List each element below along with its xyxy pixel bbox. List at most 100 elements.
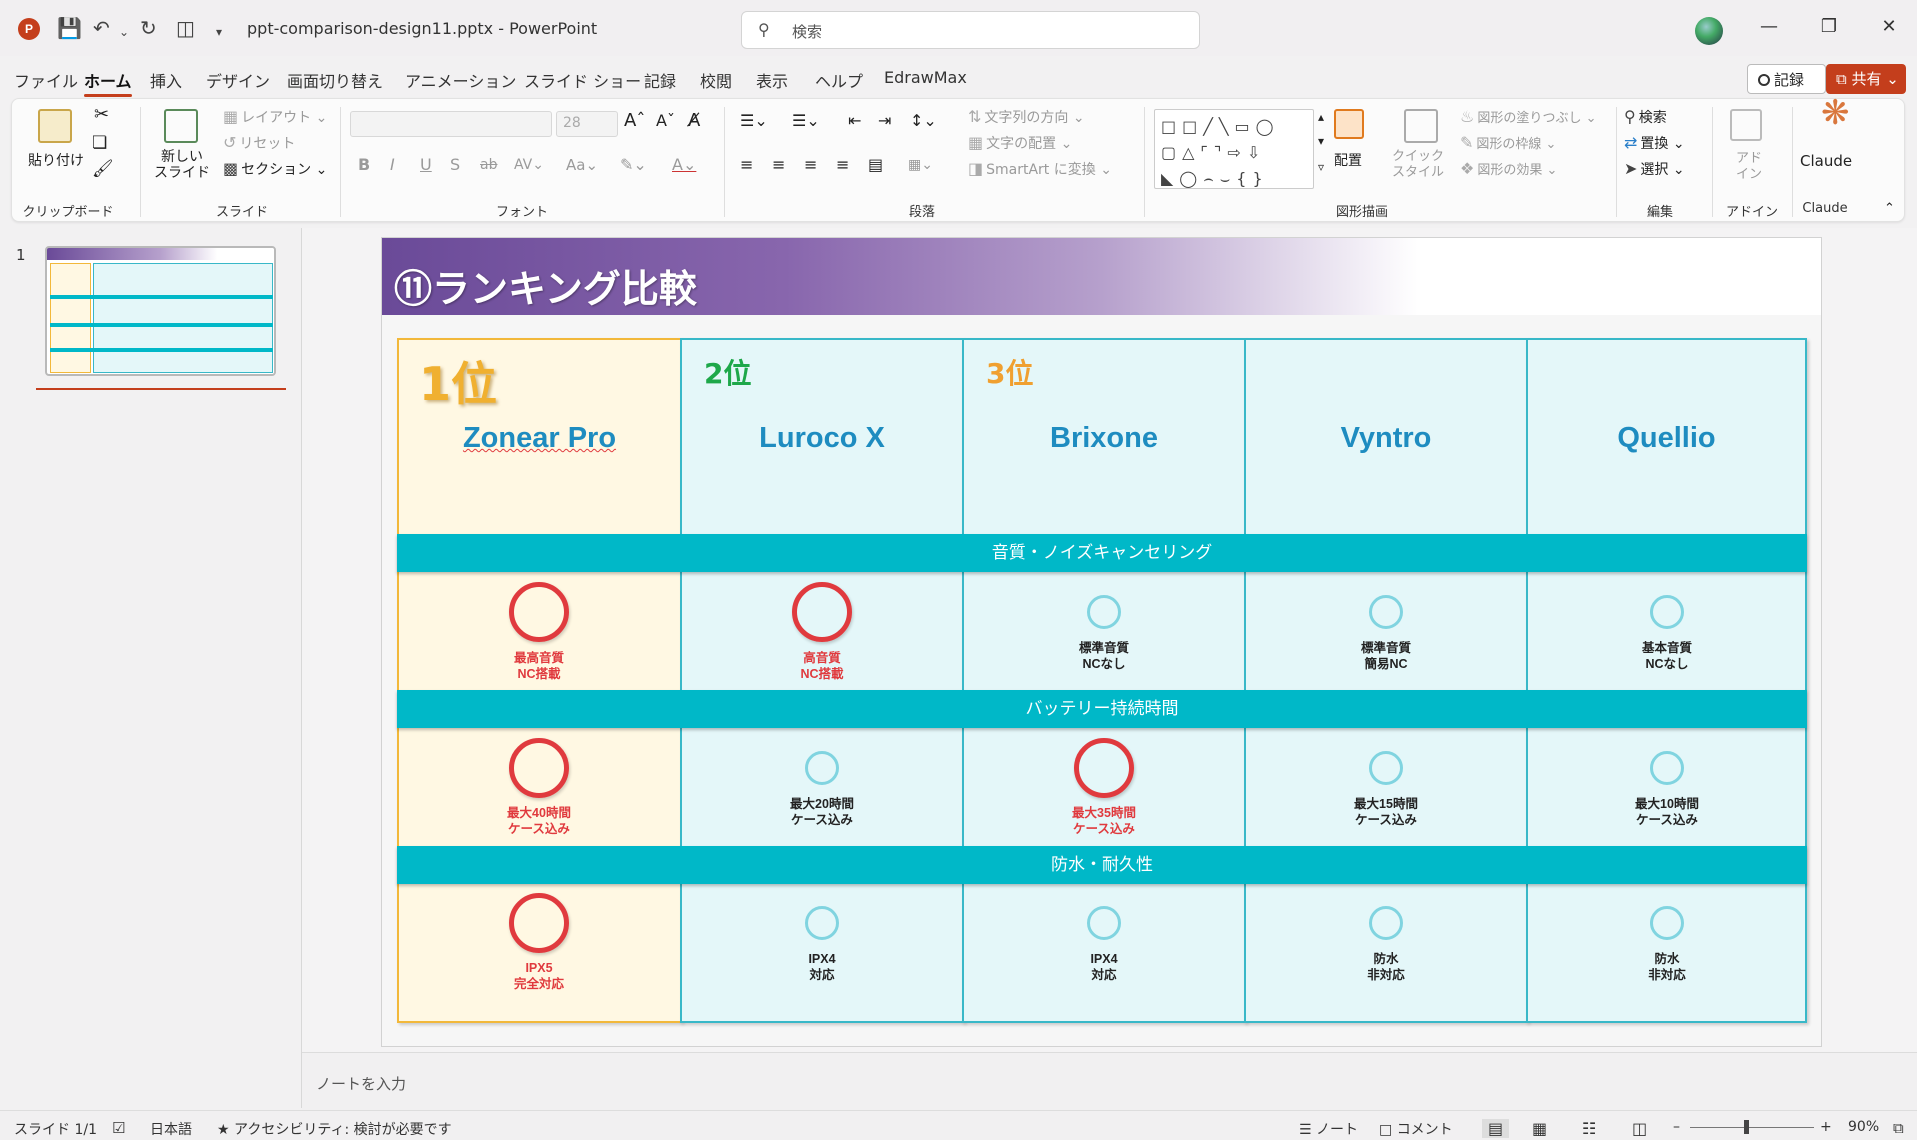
notes-toggle[interactable]: ☰ ノート — [1299, 1119, 1358, 1139]
italic-icon[interactable]: I — [390, 157, 395, 173]
save-icon[interactable]: 💾 — [57, 16, 82, 40]
gallery-more-icon[interactable]: ▿ — [1318, 159, 1324, 175]
bullets-icon[interactable]: ☰⌄ — [740, 113, 768, 129]
addins-icon[interactable] — [1730, 109, 1762, 141]
comments-toggle[interactable]: □ コメント — [1379, 1119, 1453, 1139]
tab-help[interactable]: ヘルプ — [815, 68, 863, 92]
new-slide-icon[interactable] — [164, 109, 198, 143]
slide-sorter-icon[interactable]: ▦ — [1532, 1119, 1547, 1138]
tab-slideshow[interactable]: スライド ショー — [524, 68, 641, 92]
line-spacing-icon[interactable]: ↕⌄ — [910, 113, 937, 129]
notes-pane[interactable]: ノートを入力 — [302, 1052, 1917, 1110]
format-painter-icon[interactable]: 🖌 — [92, 161, 114, 178]
restore-icon[interactable]: ❐ — [1814, 16, 1844, 37]
tab-animations[interactable]: アニメーション — [405, 68, 516, 92]
slide-count[interactable]: スライド 1/1 — [14, 1119, 97, 1139]
tab-file[interactable]: ファイル — [14, 68, 78, 92]
collapse-ribbon-icon[interactable]: ⌃ — [1884, 201, 1895, 217]
tab-home[interactable]: ホーム — [84, 68, 132, 97]
gallery-up-icon[interactable]: ▴ — [1318, 109, 1324, 125]
search-box[interactable]: ⚲ 検索 — [741, 11, 1200, 49]
slide-thumbnail[interactable] — [45, 246, 276, 376]
normal-view-icon[interactable]: ▤ — [1482, 1119, 1510, 1138]
shape-effect-button[interactable]: ❖ 図形の効果 ⌄ — [1460, 161, 1557, 179]
arrange-button[interactable]: 配置 — [1334, 153, 1362, 169]
smartart-button[interactable]: ◨ SmartArt に変換 ⌄ — [968, 161, 1112, 179]
tab-design[interactable]: デザイン — [206, 68, 270, 92]
increase-indent-icon[interactable]: ⇥ — [878, 113, 891, 129]
tab-edrawmax[interactable]: EdrawMax — [884, 68, 967, 87]
fit-to-window-icon[interactable]: ⧉ — [1893, 1119, 1904, 1137]
align-right-icon[interactable]: ≡ — [804, 157, 817, 173]
slideshow-view-icon[interactable]: ◫ — [1632, 1119, 1647, 1138]
font-size-combo[interactable]: 28 — [556, 111, 618, 137]
shape-fill-button[interactable]: ♨ 図形の塗りつぶし ⌄ — [1460, 109, 1597, 127]
cut-icon[interactable]: ✂ — [94, 106, 109, 124]
undo-icon[interactable]: ↶ — [93, 16, 110, 40]
bold-icon[interactable]: B — [358, 157, 370, 173]
close-icon[interactable]: ✕ — [1874, 16, 1904, 37]
minimize-icon[interactable]: — — [1754, 16, 1784, 37]
reset-button[interactable]: ↺ リセット — [223, 135, 295, 153]
text-direction-button[interactable]: ⇅ 文字列の方向 ⌄ — [968, 109, 1085, 127]
clear-format-icon[interactable]: A̸ — [688, 112, 700, 130]
gallery-down-icon[interactable]: ▾ — [1318, 133, 1324, 149]
zoom-slider[interactable] — [1690, 1127, 1814, 1128]
copy-icon[interactable]: ❏ — [92, 135, 107, 152]
customize-quick-access-icon[interactable]: ▾ — [216, 20, 222, 44]
addins-button[interactable]: アド イン — [1736, 151, 1762, 183]
user-avatar[interactable] — [1695, 17, 1723, 45]
align-text-button[interactable]: ▦ 文字の配置 ⌄ — [968, 135, 1072, 153]
slide[interactable]: ⑪ランキング比較 1位 Zonear Pro 2位 Luroco X 3位 Br… — [381, 237, 1822, 1047]
tab-insert[interactable]: 挿入 — [150, 68, 182, 92]
font-name-combo[interactable]: ​ — [350, 111, 552, 137]
strikethrough-icon[interactable]: ab — [480, 157, 497, 173]
shape-outline-button[interactable]: ✎ 図形の枠線 ⌄ — [1460, 135, 1556, 153]
tab-transitions[interactable]: 画面切り替え — [287, 68, 383, 92]
align-left-icon[interactable]: ≡ — [740, 157, 753, 173]
spellcheck-icon[interactable]: ☑ — [112, 1119, 125, 1137]
font-color-icon[interactable]: A⌄ — [672, 157, 696, 173]
tab-review[interactable]: 校閲 — [700, 68, 732, 92]
tab-view[interactable]: 表示 — [756, 68, 788, 92]
section-button[interactable]: ▩ セクション ⌄ — [223, 161, 327, 179]
shapes-gallery[interactable]: □□╱╲▭◯ ▢△⌜⌝⇨⇩ ◣◯⌢⌣{​} — [1154, 109, 1314, 189]
distributed-icon[interactable]: ▤ — [868, 157, 883, 173]
shrink-font-icon[interactable]: Aˇ — [656, 113, 675, 129]
change-case-icon[interactable]: Aa⌄ — [566, 157, 598, 173]
replace-button[interactable]: ⇄ 置換 ⌄ — [1624, 135, 1685, 153]
layout-button[interactable]: ▦ レイアウト ⌄ — [223, 109, 327, 127]
zoom-out-icon[interactable]: – — [1673, 1119, 1680, 1135]
shadow-icon[interactable]: S — [450, 157, 460, 173]
paste-icon[interactable] — [38, 109, 72, 143]
grow-font-icon[interactable]: Aˆ — [624, 112, 645, 130]
underline-icon[interactable]: U — [420, 157, 432, 173]
zoom-in-icon[interactable]: + — [1820, 1119, 1832, 1135]
tab-record[interactable]: 記録 — [644, 68, 676, 92]
redo-icon[interactable]: ↻ — [140, 16, 157, 40]
find-button[interactable]: ⚲ 検索 — [1624, 109, 1667, 127]
share-button[interactable]: ⧉ 共有 ⌄ — [1826, 64, 1906, 94]
justify-icon[interactable]: ≡ — [836, 157, 849, 173]
quick-style-button[interactable]: クイック スタイル — [1392, 149, 1444, 181]
quick-style-icon[interactable] — [1404, 109, 1438, 143]
record-button[interactable]: 記録 — [1747, 64, 1826, 94]
language-indicator[interactable]: 日本語 — [150, 1119, 192, 1139]
slide-title[interactable]: ⑪ランキング比較 — [394, 258, 697, 313]
highlight-icon[interactable]: ✎⌄ — [620, 157, 647, 173]
claude-icon[interactable]: ❋ — [1821, 96, 1850, 130]
align-center-icon[interactable]: ≡ — [772, 157, 785, 173]
select-button[interactable]: ➤ 選択 ⌄ — [1624, 161, 1685, 179]
present-from-start-icon[interactable]: ◫ — [176, 16, 195, 40]
char-spacing-icon[interactable]: AV⌄ — [514, 157, 544, 173]
decrease-indent-icon[interactable]: ⇤ — [848, 113, 861, 129]
numbering-icon[interactable]: ☰⌄ — [792, 113, 820, 129]
reading-view-icon[interactable]: ☷ — [1582, 1119, 1596, 1138]
claude-button[interactable]: Claude — [1800, 153, 1852, 169]
paste-button[interactable]: 貼り付け — [28, 153, 84, 169]
zoom-level[interactable]: 90% — [1848, 1119, 1879, 1135]
accessibility-status[interactable]: ★ アクセシビリティ: 検討が必要です — [217, 1119, 452, 1139]
zoom-slider-thumb[interactable] — [1744, 1120, 1749, 1134]
new-slide-button[interactable]: 新しい スライド — [154, 149, 210, 181]
columns-icon[interactable]: ▦⌄ — [908, 157, 933, 173]
